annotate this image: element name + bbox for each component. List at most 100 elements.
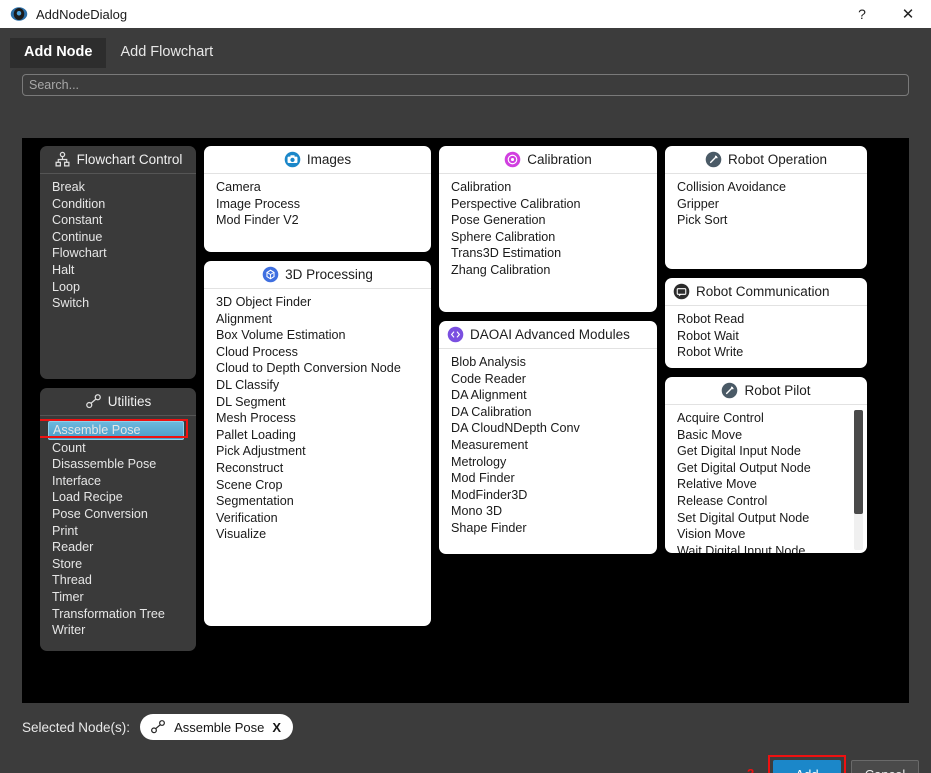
list-item[interactable]: Calibration (451, 179, 657, 196)
chip-label: Assemble Pose (174, 719, 265, 735)
wrench-icon (85, 394, 101, 409)
list-item[interactable]: DL Classify (216, 377, 431, 394)
list-item[interactable]: Camera (216, 179, 431, 196)
list-item[interactable]: Pick Adjustment (216, 443, 431, 460)
list-item[interactable]: Load Recipe (52, 489, 196, 506)
list-item[interactable]: Basic Move (677, 427, 853, 444)
list-item[interactable]: ModFinder3D (451, 487, 657, 504)
panel-header: Robot Operation (665, 146, 867, 174)
list-item[interactable]: Box Volume Estimation (216, 327, 431, 344)
list-item[interactable]: Vision Move (677, 526, 853, 543)
list-item[interactable]: Visualize (216, 526, 431, 543)
list-item[interactable]: Flowchart (52, 245, 196, 262)
scrollbar-thumb[interactable] (854, 410, 863, 514)
panel-title: 3D Processing (285, 267, 373, 282)
list-item[interactable]: Perspective Calibration (451, 196, 657, 213)
list-item[interactable]: Set Digital Output Node (677, 510, 853, 527)
list-item[interactable]: Wait Digital Input Node (677, 543, 853, 553)
list-item[interactable]: Robot Write (677, 344, 867, 361)
annotation-step2-number: 2. (747, 766, 758, 773)
list-item[interactable]: Thread (52, 572, 196, 589)
list-item[interactable]: Metrology (451, 454, 657, 471)
panel-calibration: Calibration Calibration Perspective Cali… (439, 146, 657, 312)
list-item[interactable]: Print (52, 523, 196, 540)
list-item[interactable]: Switch (52, 295, 196, 312)
add-button[interactable]: Add (773, 760, 841, 773)
column-calibration-daoai: Calibration Calibration Perspective Cali… (439, 146, 657, 563)
list-item[interactable]: Constant (52, 212, 196, 229)
list-item[interactable]: Segmentation (216, 493, 431, 510)
panel-images: Images Camera Image Process Mod Finder V… (204, 146, 431, 252)
list-item[interactable]: Relative Move (677, 476, 853, 493)
list-item[interactable]: Zhang Calibration (451, 262, 657, 279)
list-item[interactable]: Release Control (677, 493, 853, 510)
cancel-button[interactable]: Cancel (851, 760, 919, 773)
close-icon[interactable]: ✕ (885, 0, 931, 28)
selected-node-chip[interactable]: Assemble Pose X (140, 714, 294, 740)
vertical-scrollbar[interactable] (854, 410, 863, 550)
list-item[interactable]: DA Calibration (451, 404, 657, 421)
list-item[interactable]: Code Reader (451, 371, 657, 388)
robot-arm-icon (705, 151, 722, 168)
list-item[interactable]: Continue (52, 229, 196, 246)
list-item[interactable]: Gripper (677, 196, 867, 213)
panel-title: Flowchart Control (76, 152, 183, 167)
list-item[interactable]: Sphere Calibration (451, 229, 657, 246)
list-item[interactable]: Shape Finder (451, 520, 657, 537)
list-item[interactable]: Transformation Tree (52, 606, 196, 623)
wrench-icon (151, 720, 165, 734)
list-item[interactable]: Mod Finder (451, 470, 657, 487)
list-item[interactable]: Cloud to Depth Conversion Node (216, 360, 431, 377)
list-item[interactable]: Get Digital Input Node (677, 443, 853, 460)
list-item[interactable]: Count (52, 440, 196, 457)
list-item[interactable]: Disassemble Pose (52, 456, 196, 473)
list-item[interactable]: Loop (52, 279, 196, 296)
list-item[interactable]: Pose Conversion (52, 506, 196, 523)
list-item[interactable]: Pose Generation (451, 212, 657, 229)
list-item[interactable]: DA Alignment (451, 387, 657, 404)
tab-add-node[interactable]: Add Node (10, 38, 107, 68)
list-item[interactable]: Cloud Process (216, 344, 431, 361)
help-button[interactable]: ? (839, 0, 885, 28)
list-item[interactable]: Robot Read (677, 311, 867, 328)
tab-add-flowchart[interactable]: Add Flowchart (106, 38, 227, 68)
panel-daoai-advanced-modules: DAOAI Advanced Modules Blob Analysis Cod… (439, 321, 657, 554)
list-item[interactable]: Acquire Control (677, 410, 853, 427)
list-item[interactable]: Get Digital Output Node (677, 460, 853, 477)
search-input[interactable] (22, 74, 909, 96)
list-item[interactable]: Break (52, 179, 196, 196)
list-item[interactable]: DL Segment (216, 394, 431, 411)
list-item[interactable]: Reconstruct (216, 460, 431, 477)
list-item[interactable]: Condition (52, 196, 196, 213)
list-item[interactable]: Interface (52, 473, 196, 490)
list-item[interactable]: Mono 3D (451, 503, 657, 520)
target-icon (504, 151, 521, 168)
list-item[interactable]: Store (52, 556, 196, 573)
list-item[interactable]: Trans3D Estimation (451, 245, 657, 262)
chip-remove-icon[interactable]: X (272, 720, 281, 735)
panel-title: Robot Operation (727, 152, 828, 167)
list-item[interactable]: Image Process (216, 196, 431, 213)
list-item[interactable]: Halt (52, 262, 196, 279)
list-item[interactable]: Verification (216, 510, 431, 527)
list-item[interactable]: Collision Avoidance (677, 179, 867, 196)
list-item[interactable]: Mod Finder V2 (216, 212, 431, 229)
list-item[interactable]: Mesh Process (216, 410, 431, 427)
list-item-assemble-pose[interactable]: Assemble Pose (48, 421, 184, 440)
list-item[interactable]: 3D Object Finder (216, 294, 431, 311)
list-item[interactable]: Pick Sort (677, 212, 867, 229)
list-item[interactable]: Alignment (216, 311, 431, 328)
list-item[interactable]: Robot Wait (677, 328, 867, 345)
list-item[interactable]: Reader (52, 539, 196, 556)
window-controls: ? ✕ (839, 0, 931, 28)
list-item[interactable]: Writer (52, 622, 196, 639)
list-item[interactable]: Scene Crop (216, 477, 431, 494)
camera-icon (284, 151, 301, 168)
list-item[interactable]: Blob Analysis (451, 354, 657, 371)
list-item[interactable]: Measurement (451, 437, 657, 454)
panel-items: 1. Assemble Pose Count Disassemble Pose … (40, 416, 196, 651)
list-item[interactable]: Timer (52, 589, 196, 606)
list-item[interactable]: DA CloudNDepth Conv (451, 420, 657, 437)
panel-title: Robot Pilot (744, 383, 811, 398)
list-item[interactable]: Pallet Loading (216, 427, 431, 444)
